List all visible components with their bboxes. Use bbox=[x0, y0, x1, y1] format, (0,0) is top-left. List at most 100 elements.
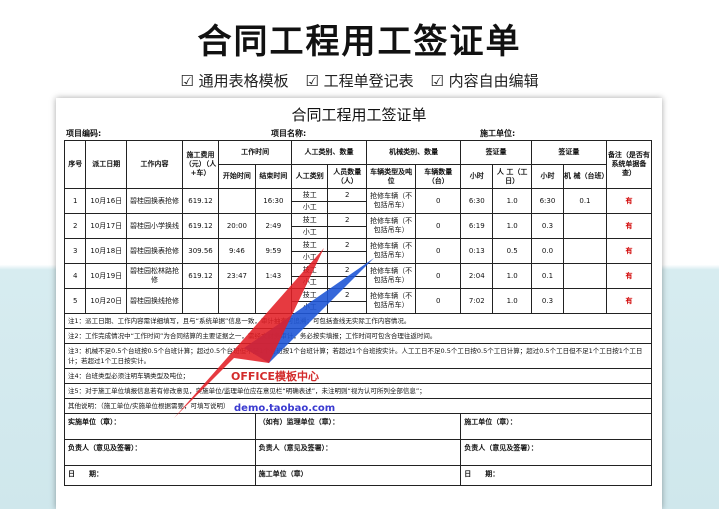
builder-responsible-label: 负责人（意见及签署）： bbox=[460, 439, 652, 466]
header-date: 派工日期 bbox=[85, 140, 128, 189]
cell-cost: 619.12 bbox=[181, 188, 220, 214]
header-labor-type: 人工类别 bbox=[291, 164, 329, 189]
cell-hour1: 2:04 bbox=[460, 263, 494, 289]
cell-labor-count: 2 bbox=[327, 213, 367, 227]
impl-responsible-label: 负责人（意见及签署）： bbox=[64, 439, 256, 466]
header-labor: 人工类别、数量 bbox=[291, 140, 367, 165]
impl-date-label: 日 期： bbox=[64, 465, 256, 486]
cell-date: 10月20日 bbox=[85, 288, 128, 314]
cell-start bbox=[218, 188, 256, 214]
cell-vehicle-count: 0 bbox=[415, 188, 462, 214]
cell-cost: 619.12 bbox=[181, 213, 220, 239]
cell-workday: 1.0 bbox=[492, 263, 532, 289]
table-row: 2 10月17日 碧桂园小学换线 619.12 20:00 2:49 技工 2 抢修车辆（不包括… bbox=[63, 213, 653, 239]
header-machine: 机 械（台班） bbox=[563, 164, 607, 189]
builder-seal-label: 施工单位（章） bbox=[254, 465, 462, 486]
cell-content: 碧桂园小学换线 bbox=[126, 213, 183, 239]
cell-workday: 1.0 bbox=[492, 188, 532, 214]
cell-seq: 5 bbox=[63, 288, 87, 314]
cell-labor-helper: 小工 bbox=[291, 201, 329, 214]
sheet-title: 合同工程用工签证单 bbox=[291, 106, 427, 124]
cell-labor-count: 2 bbox=[327, 188, 367, 202]
cell-seq: 1 bbox=[63, 188, 87, 214]
cell-hour2: 0.1 bbox=[530, 263, 565, 289]
header-vehicle-count: 车辆数量（台） bbox=[415, 164, 462, 189]
supervisor-responsible-label: 负责人（意见及签署）： bbox=[254, 439, 462, 466]
header-sign1: 签证量 bbox=[460, 140, 532, 165]
watermark-brand: OFFICE模板中心 bbox=[231, 370, 320, 383]
watermark-url: demo.taobao.com bbox=[234, 403, 336, 414]
cell-remark: 有 bbox=[605, 213, 653, 239]
cell-machine: 0.1 bbox=[563, 188, 607, 214]
cell-vehicle-count: 0 bbox=[415, 263, 462, 289]
table-row: 1 10月16日 碧桂园换表抢修 619.12 16:30 技工 2 抢修车辆（不包括吊车） 0… bbox=[63, 188, 653, 214]
cell-start: 20:00 bbox=[218, 213, 256, 239]
cell-end: 16:30 bbox=[254, 188, 293, 214]
header-content: 工作内容 bbox=[126, 140, 183, 189]
watermark-logo bbox=[174, 248, 374, 418]
cell-labor-helper-count bbox=[327, 201, 367, 214]
cell-hour1: 0:13 bbox=[460, 238, 494, 264]
builder-date-label: 日 期： bbox=[460, 465, 652, 486]
construction-unit-label: 施工单位: bbox=[480, 129, 516, 138]
cell-hour1: 7:02 bbox=[460, 288, 494, 314]
header-start: 开始时间 bbox=[218, 164, 256, 189]
hero-tags: ☑ 通用表格模板 ☑ 工程单登记表 ☑ 内容自由编辑 bbox=[0, 70, 719, 91]
cell-date: 10月18日 bbox=[85, 238, 128, 264]
header-labor-count: 人员数量（人） bbox=[327, 164, 367, 189]
cell-machine bbox=[563, 213, 607, 239]
header-remark: 备注（是否有系统单据备查） bbox=[605, 140, 653, 189]
header-sign2: 签证量 bbox=[530, 140, 607, 165]
header-end: 结束时间 bbox=[254, 164, 293, 189]
cell-hour1: 6:30 bbox=[460, 188, 494, 214]
cell-vehicle-count: 0 bbox=[415, 238, 462, 264]
cell-date: 10月16日 bbox=[85, 188, 128, 214]
hero-title: 合同工程用工签证单 bbox=[197, 22, 522, 62]
cell-vehicle-type: 抢修车辆（不包括吊车） bbox=[365, 188, 417, 214]
header-hour2: 小时 bbox=[530, 164, 565, 189]
cell-remark: 有 bbox=[605, 238, 653, 264]
cell-machine bbox=[563, 288, 607, 314]
header-workday: 人 工（工日） bbox=[492, 164, 532, 189]
cell-vehicle-type: 抢修车辆（不包括吊车） bbox=[365, 213, 417, 239]
header-mech: 机械类别、数量 bbox=[365, 140, 462, 165]
header-seq: 序号 bbox=[63, 140, 87, 189]
project-no-label: 项目编码: bbox=[66, 129, 102, 138]
cell-hour2: 0.3 bbox=[530, 288, 565, 314]
document-sheet: 合同工程用工签证单 项目编码: 项目名称: 施工单位: 序号 派工日期 工作内容… bbox=[56, 98, 662, 509]
cell-workday: 0.5 bbox=[492, 238, 532, 264]
watermark-red-arrow bbox=[174, 248, 324, 418]
cell-remark: 有 bbox=[605, 288, 653, 314]
cell-machine bbox=[563, 238, 607, 264]
tag-registration-form: ☑ 工程单登记表 bbox=[305, 72, 414, 90]
cell-hour2: 0.3 bbox=[530, 213, 565, 239]
header-hour1: 小时 bbox=[460, 164, 494, 189]
cell-remark: 有 bbox=[605, 263, 653, 289]
cell-workday: 1.0 bbox=[492, 288, 532, 314]
project-name-label: 项目名称: bbox=[271, 129, 307, 138]
cell-labor-skilled: 技工 bbox=[291, 213, 329, 227]
tag-editable-content: ☑ 内容自由编辑 bbox=[430, 72, 539, 90]
cell-labor-helper: 小工 bbox=[291, 226, 329, 239]
cell-content: 碧桂园换表抢修 bbox=[126, 188, 183, 214]
cell-hour2: 0.0 bbox=[530, 238, 565, 264]
cell-vehicle-count: 0 bbox=[415, 288, 462, 314]
cell-seq: 3 bbox=[63, 238, 87, 264]
cell-labor-helper-count bbox=[327, 226, 367, 239]
cell-workday: 1.0 bbox=[492, 213, 532, 239]
cell-seq: 4 bbox=[63, 263, 87, 289]
cell-hour1: 6:19 bbox=[460, 213, 494, 239]
header-time: 工作时间 bbox=[218, 140, 293, 165]
builder-unit-label: 施工单位（章）： bbox=[460, 413, 652, 440]
cell-machine bbox=[563, 263, 607, 289]
header-vehicle-type: 车辆类型及吨位 bbox=[365, 164, 417, 189]
cell-hour2: 6:30 bbox=[530, 188, 565, 214]
cell-seq: 2 bbox=[63, 213, 87, 239]
cell-labor-skilled: 技工 bbox=[291, 188, 329, 202]
cell-end: 2:49 bbox=[254, 213, 293, 239]
cell-remark: 有 bbox=[605, 188, 653, 214]
cell-vehicle-count: 0 bbox=[415, 213, 462, 239]
cell-date: 10月17日 bbox=[85, 213, 128, 239]
header-cost: 施工费用（元）（人+车） bbox=[181, 140, 220, 189]
tag-general-template: ☑ 通用表格模板 bbox=[180, 72, 289, 90]
